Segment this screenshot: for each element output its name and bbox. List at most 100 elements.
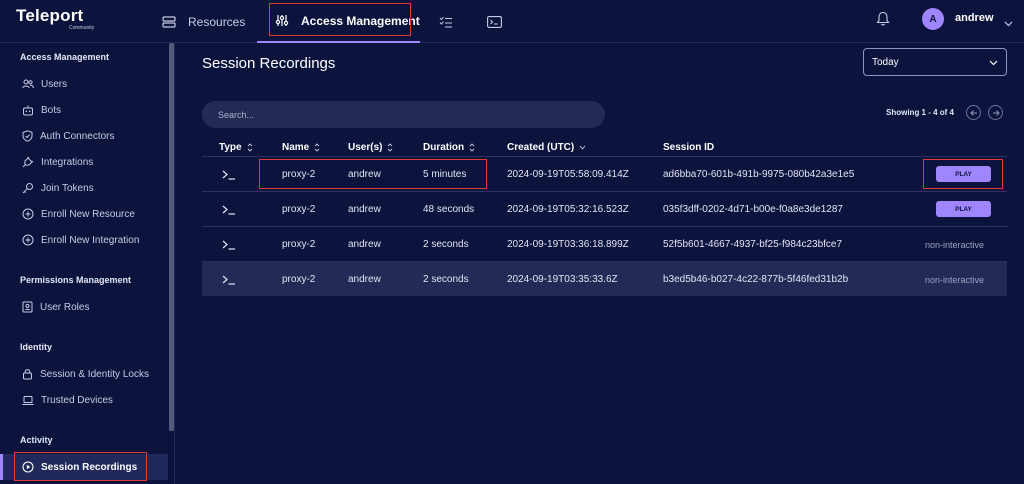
terminal-prompt-icon [222, 157, 236, 192]
plug-icon [22, 156, 34, 168]
user-name[interactable]: andrew [955, 12, 994, 24]
column-header-label: Name [282, 142, 310, 153]
terminal-prompt-icon [222, 227, 236, 262]
row-duration: 48 seconds [423, 204, 475, 215]
shield-check-icon [22, 130, 33, 142]
sidebar-item-label: User Roles [40, 301, 90, 313]
column-header-type[interactable]: Type [219, 142, 253, 153]
row-name: proxy-2 [282, 239, 316, 250]
sidebar-item-label: Trusted Devices [41, 394, 113, 406]
sidebar-item-label: Auth Connectors [40, 130, 115, 142]
id-card-icon [22, 301, 33, 313]
page-title: Session Recordings [202, 55, 336, 72]
row-session-id: ad6bba70-601b-491b-9975-080b42a3e1e5 [663, 169, 855, 180]
terminal-icon [487, 15, 502, 28]
previous-page-button[interactable] [966, 105, 981, 120]
highlight-session-recordings [14, 452, 147, 481]
sidebar-item-join-tokens[interactable]: Join Tokens [22, 181, 94, 195]
tab-resources[interactable]: Resources [162, 0, 245, 43]
highlight-access-management [269, 3, 411, 36]
column-header-label: Created (UTC) [507, 142, 575, 153]
column-header-label: Session ID [663, 142, 715, 153]
tab-terminal[interactable] [487, 0, 502, 43]
notifications-bell-icon[interactable] [876, 11, 890, 32]
row-created: 2024-09-19T03:35:33.6Z [507, 274, 618, 285]
sidebar-section-title: Permissions Management [20, 275, 132, 285]
sidebar-item-label: Enroll New Resource [41, 208, 135, 220]
column-header-label: Type [219, 142, 242, 153]
arrow-left-icon [969, 109, 977, 116]
column-header-session-id: Session ID [663, 142, 714, 153]
row-duration: 2 seconds [423, 274, 469, 285]
sort-icon [388, 143, 393, 152]
play-button[interactable]: PLAY [936, 201, 991, 217]
sidebar-item-session-identity-locks[interactable]: Session & Identity Locks [22, 367, 149, 381]
date-range-value: Today [872, 56, 899, 68]
next-page-button[interactable] [988, 105, 1003, 120]
teleport-logo[interactable]: Teleport Community [16, 6, 94, 32]
sidebar-item-bots[interactable]: Bots [22, 103, 61, 117]
terminal-prompt-icon [222, 192, 236, 227]
logo-text: Teleport [16, 6, 84, 25]
column-header-duration[interactable]: Duration [423, 142, 475, 153]
row-session-id: 52f5b601-4667-4937-bf25-f984c23bfce7 [663, 239, 843, 250]
sidebar-item-enroll-new-resource[interactable]: Enroll New Resource [22, 207, 135, 221]
pagination-summary: Showing 1 - 4 of 4 [886, 108, 955, 117]
user-avatar[interactable]: A [922, 8, 944, 30]
row-name: proxy-2 [282, 274, 316, 285]
sidebar-item-integrations[interactable]: Integrations [22, 155, 93, 169]
sidebar-item-label: Enroll New Integration [41, 234, 140, 246]
column-header-label: Duration [423, 142, 465, 153]
checklist-icon [439, 16, 453, 28]
sidebar-item-label: Join Tokens [41, 182, 94, 194]
sidebar-item-auth-connectors[interactable]: Auth Connectors [22, 129, 115, 143]
sidebar-scrollbar[interactable] [169, 43, 174, 431]
highlight-session-details [259, 159, 487, 189]
row-duration: 2 seconds [423, 239, 469, 250]
plus-circle-icon [22, 208, 34, 220]
row-user: andrew [348, 274, 381, 285]
row-created: 2024-09-19T03:36:18.899Z [507, 239, 629, 250]
column-header-users[interactable]: User(s) [348, 142, 393, 153]
robot-icon [23, 105, 33, 115]
sidebar-item-label: Integrations [41, 156, 94, 168]
column-header-created[interactable]: Created (UTC) [507, 142, 586, 153]
sidebar-item-trusted-devices[interactable]: Trusted Devices [22, 393, 113, 407]
sidebar-section-title: Identity [20, 342, 53, 352]
column-header-name[interactable]: Name [282, 142, 320, 153]
row-created: 2024-09-19T05:58:09.414Z [507, 169, 629, 180]
tab-resources-label: Resources [188, 14, 246, 29]
top-navigation: Teleport Community Resources Access Mana… [0, 0, 1024, 43]
non-interactive-label: non-interactive [925, 274, 985, 285]
chevron-down-icon [579, 145, 586, 150]
sidebar-item-users[interactable]: Users [22, 77, 67, 91]
sidebar-item-label: Bots [41, 104, 62, 116]
row-session-id: 035f3dff-0202-4d71-b00e-f0a8e3de1287 [663, 204, 843, 215]
sidebar-active-indicator [0, 454, 3, 480]
server-icon [162, 15, 176, 28]
tab-checklist[interactable] [439, 0, 453, 43]
table-row[interactable]: proxy-2 andrew 2 seconds 2024-09-19T03:3… [202, 261, 1007, 296]
table-row[interactable]: proxy-2 andrew 48 seconds 2024-09-19T05:… [202, 191, 1007, 226]
users-icon [22, 79, 34, 89]
sidebar-item-enroll-new-integration[interactable]: Enroll New Integration [22, 233, 139, 247]
sidebar-item-user-roles[interactable]: User Roles [22, 300, 89, 314]
chevron-down-icon [989, 58, 998, 69]
non-interactive-label: non-interactive [925, 239, 985, 250]
sidebar-section-title: Activity [20, 435, 53, 445]
sidebar: Access Management Users Bots Auth Connec… [0, 43, 175, 484]
chevron-down-icon[interactable] [1004, 14, 1013, 32]
sidebar-item-label: Session & Identity Locks [40, 368, 149, 380]
key-icon [22, 183, 33, 194]
sort-icon [247, 143, 252, 152]
plus-circle-icon [22, 234, 34, 246]
sort-icon [314, 143, 320, 152]
column-header-label: User(s) [348, 142, 383, 153]
sort-icon [469, 143, 475, 152]
row-name: proxy-2 [282, 204, 316, 215]
row-created: 2024-09-19T05:32:16.523Z [507, 204, 629, 215]
date-range-select[interactable]: Today [863, 48, 1007, 76]
lock-icon [23, 369, 32, 380]
search-input[interactable] [202, 101, 605, 128]
table-row[interactable]: proxy-2 andrew 2 seconds 2024-09-19T03:3… [202, 226, 1007, 261]
